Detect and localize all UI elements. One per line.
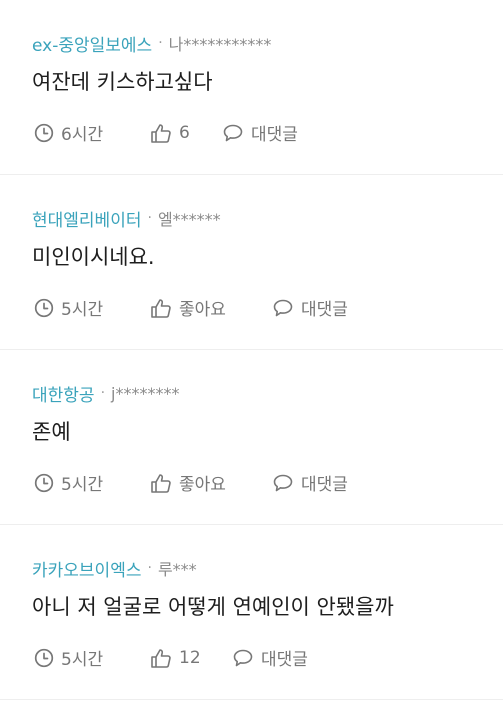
like-button[interactable]: 12 [150, 648, 232, 668]
comment-header: ex-중앙일보에스 · 나*********** [32, 31, 272, 56]
comment-header: 대한항공 · j******** [32, 381, 180, 406]
speech-bubble-icon [273, 474, 293, 491]
speech-bubble-icon [223, 124, 243, 141]
comment-header: 현대엘리베이터 · 엘****** [32, 206, 221, 231]
clock-icon [34, 648, 54, 667]
comment-company[interactable]: 카카오브이엑스 [32, 556, 141, 581]
comment-author: 나*********** [168, 35, 272, 54]
comment-item: 대한항공 · j******** 존예 5시간 좋아요 대댓글 [0, 350, 503, 525]
comment-item: ex-중앙일보에스 · 나*********** 여잔데 키스하고싶다 6시간 … [0, 0, 503, 175]
comment-time: 5시간 [34, 470, 150, 495]
thumbs-up-icon [151, 123, 171, 143]
comment-text: 미인이시네요. [32, 245, 155, 269]
thumbs-up-icon [151, 648, 171, 668]
like-count: 12 [179, 647, 201, 668]
reply-label: 대댓글 [261, 650, 308, 670]
comment-company[interactable]: 현대엘리베이터 [32, 206, 141, 231]
reply-label: 대댓글 [301, 300, 348, 320]
thumbs-up-icon [151, 473, 171, 493]
time-label: 5시간 [61, 475, 104, 495]
comment-actions: 5시간 12 대댓글 [34, 645, 308, 670]
comment-text: 여잔데 키스하고싶다 [32, 70, 213, 94]
like-count: 6 [179, 122, 190, 143]
comment-time: 6시간 [34, 120, 150, 145]
clock-icon [34, 298, 54, 317]
comment-list: ex-중앙일보에스 · 나*********** 여잔데 키스하고싶다 6시간 … [0, 0, 503, 700]
time-label: 5시간 [61, 650, 104, 670]
comment-actions: 6시간 6 대댓글 [34, 120, 298, 145]
speech-bubble-icon [233, 649, 253, 666]
clock-icon [34, 123, 54, 142]
reply-button[interactable]: 대댓글 [222, 120, 298, 145]
like-button[interactable]: 좋아요 [150, 295, 272, 320]
comment-header: 카카오브이엑스 · 루*** [32, 556, 197, 581]
comment-actions: 5시간 좋아요 대댓글 [34, 295, 348, 320]
comment-item: 카카오브이엑스 · 루*** 아니 저 얼굴로 어떻게 연예인이 안됐을까 5시… [0, 525, 503, 700]
comment-time: 5시간 [34, 295, 150, 320]
speech-bubble-icon [273, 299, 293, 316]
comment-company[interactable]: ex-중앙일보에스 [32, 31, 152, 56]
comment-actions: 5시간 좋아요 대댓글 [34, 470, 348, 495]
separator-dot: · [147, 210, 152, 226]
separator-dot: · [147, 560, 152, 576]
thumbs-up-icon [151, 298, 171, 318]
comment-author: 루*** [157, 560, 197, 579]
reply-label: 대댓글 [301, 475, 348, 495]
separator-dot: · [158, 35, 163, 51]
reply-button[interactable]: 대댓글 [232, 645, 308, 670]
time-label: 5시간 [61, 300, 104, 320]
comment-author: 엘****** [157, 210, 221, 229]
comment-text: 존예 [32, 420, 71, 444]
comment-company[interactable]: 대한항공 [32, 381, 95, 406]
separator-dot: · [100, 385, 106, 401]
like-count: 좋아요 [179, 300, 226, 320]
comment-item: 현대엘리베이터 · 엘****** 미인이시네요. 5시간 좋아요 대댓글 [0, 175, 503, 350]
like-count: 좋아요 [179, 475, 226, 495]
time-label: 6시간 [61, 125, 104, 145]
reply-button[interactable]: 대댓글 [272, 470, 348, 495]
like-button[interactable]: 6 [150, 123, 222, 143]
reply-label: 대댓글 [251, 125, 298, 145]
reply-button[interactable]: 대댓글 [272, 295, 348, 320]
clock-icon [34, 473, 54, 492]
comment-author: j******** [111, 383, 180, 403]
comment-time: 5시간 [34, 645, 150, 670]
like-button[interactable]: 좋아요 [150, 470, 272, 495]
comment-text: 아니 저 얼굴로 어떻게 연예인이 안됐을까 [32, 595, 394, 619]
